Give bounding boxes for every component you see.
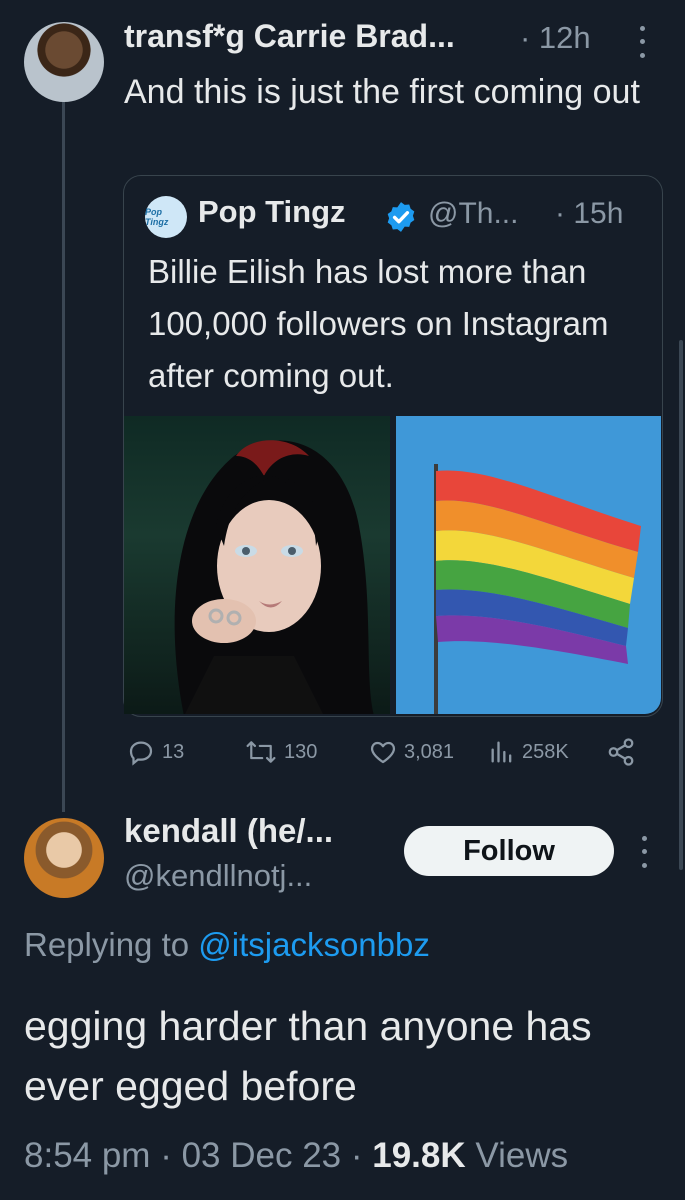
views-count: 258K [522, 740, 569, 763]
replying-to: Replying to @itsjacksonbbz [24, 926, 430, 964]
replying-mention-link[interactable]: @itsjacksonbbz [198, 926, 430, 963]
share-icon [608, 738, 634, 766]
tweet-date[interactable]: 03 Dec 23 [182, 1136, 342, 1175]
quoted-text: Billie Eilish has lost more than 100,000… [148, 253, 609, 394]
quoted-avatar[interactable]: Pop Tingz [145, 196, 187, 238]
retweet-icon [246, 741, 276, 763]
avatar[interactable] [24, 22, 104, 102]
tweet-time[interactable]: · 12h [520, 20, 591, 56]
share-button[interactable] [606, 737, 636, 767]
quoted-time[interactable]: · 15h [555, 197, 623, 231]
tweet-meta: 8:54 pm · 03 Dec 23 · 19.8K Views [24, 1136, 569, 1175]
views-count[interactable]: 19.8K [372, 1136, 465, 1175]
reply-icon [129, 741, 153, 766]
quoted-handle[interactable]: @Th... [428, 197, 518, 231]
retweet-count: 130 [284, 740, 318, 763]
reply-count: 13 [162, 740, 185, 763]
avatar[interactable] [24, 818, 104, 898]
verified-badge-icon [387, 202, 415, 232]
like-button[interactable]: 3,081 [368, 737, 454, 767]
portrait-illustration [174, 440, 374, 714]
author-name[interactable]: transf*g Carrie Brad... [124, 18, 455, 55]
author-handle[interactable]: @kendllnotj... [124, 858, 312, 894]
tweet-text: egging harder than anyone has ever egged… [24, 1003, 592, 1109]
like-count: 3,081 [404, 740, 455, 763]
scrollbar[interactable] [679, 340, 683, 870]
retweet-button[interactable]: 130 [244, 737, 317, 767]
rainbow-flag-photo[interactable] [396, 416, 661, 714]
rainbow-flag-illustration [434, 464, 641, 714]
portrait-photo[interactable] [124, 416, 390, 714]
author-name[interactable]: kendall (he/... [124, 812, 333, 850]
quoted-avatar-logo: Pop Tingz [145, 207, 169, 227]
reply-button[interactable]: 13 [126, 737, 184, 767]
analytics-icon [491, 741, 512, 763]
views-button[interactable]: 258K [488, 737, 569, 767]
tweet-time[interactable]: 8:54 pm [24, 1136, 150, 1175]
replying-prefix: Replying to [24, 926, 199, 963]
thread-connector-line [62, 100, 65, 812]
follow-button[interactable]: Follow [404, 826, 614, 876]
quoted-author-name[interactable]: Pop Tingz [198, 194, 346, 230]
more-options-icon[interactable] [634, 832, 654, 872]
more-options-icon[interactable] [632, 22, 652, 62]
tweet-text: And this is just the first coming out [124, 73, 640, 111]
views-label: Views [475, 1136, 569, 1175]
heart-icon [370, 741, 396, 764]
